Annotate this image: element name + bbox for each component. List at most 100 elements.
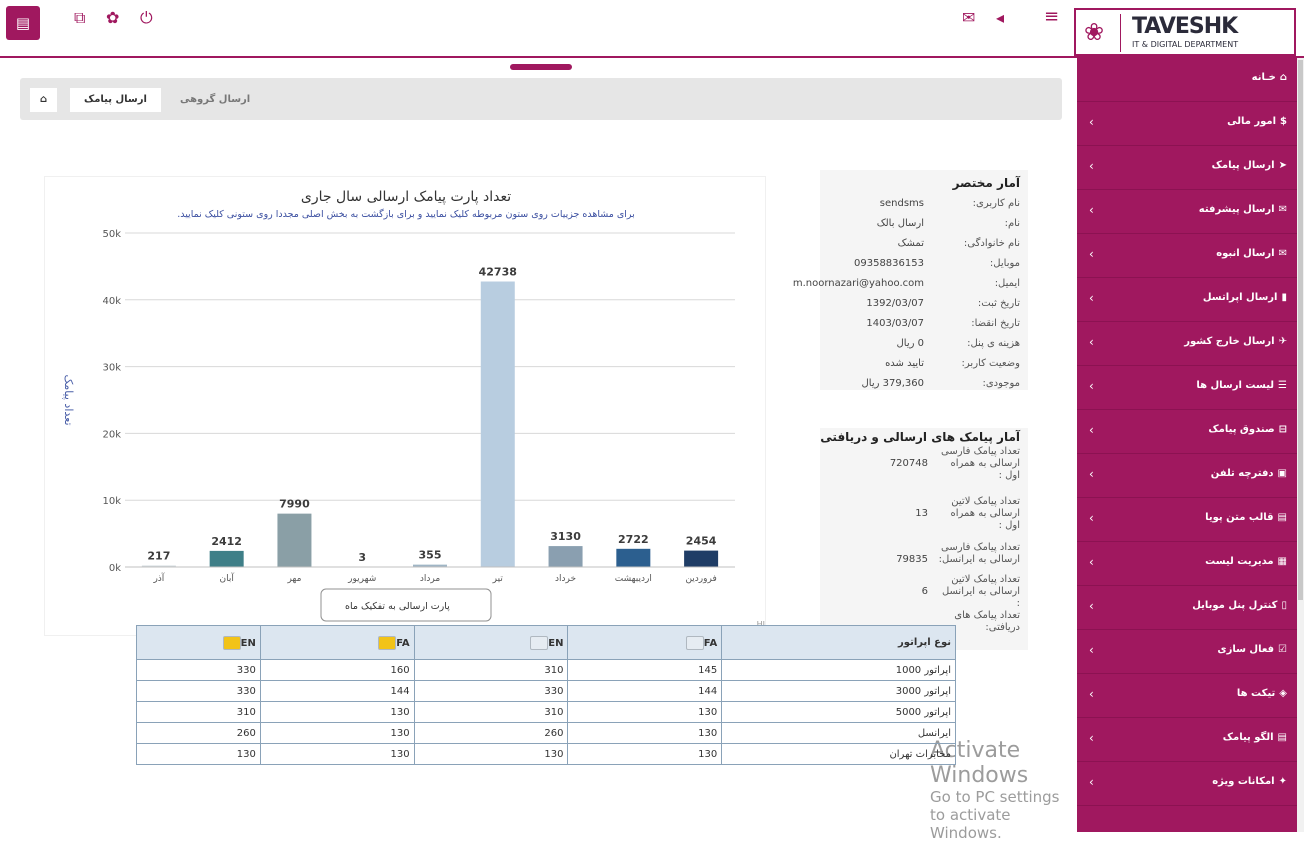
summary-value: تمشک [897, 238, 924, 249]
bar-2 [548, 546, 583, 567]
sidebar-item-text: ارسال انبوه [1216, 248, 1275, 259]
summary-row: موجودی: 379,360 ریال [820, 378, 1028, 398]
breadcrumb-item-send-sms[interactable]: ارسال پیامک [70, 88, 161, 112]
operator-name-cell: مخابرات تهران [721, 743, 956, 765]
price-cell: 130 [259, 722, 415, 744]
power-icon[interactable]: ⏻ [140, 8, 153, 28]
chevron-left-icon: ‹ [1089, 775, 1094, 789]
sms-stats-title: آمار پیامک های ارسالی و دریافتی [820, 430, 1020, 444]
operator-price-table: EN FA EN FA نوع اپراتور 330 160 310 145 اپرا… [136, 625, 956, 765]
data-label: 3130 [550, 530, 581, 543]
sidebar-item-label: ◈تیکت ها [1237, 688, 1287, 699]
sms-stat-key: تعداد پیامک لاتین ارسالی به ایرانسل : [941, 574, 1020, 609]
data-label: 42738 [479, 266, 517, 279]
table-header-cell: نوع اپراتور [721, 625, 956, 660]
menu-toggle-button[interactable]: ▤ [6, 6, 40, 40]
ticket-icon: ◈ [1279, 688, 1287, 699]
sidebar-item-10[interactable]: ▤قالب متن پویا ‹ [1077, 498, 1297, 542]
summary-row: هزینه ی پنل: 0 ریال [820, 338, 1028, 358]
x-tick-label: آبان [219, 572, 234, 584]
sidebar-item-16[interactable]: ✦امکانات ویژه ‹ [1077, 762, 1297, 806]
sidebar-item-12[interactable]: ▯کنترل پنل موبایل ‹ [1077, 586, 1297, 630]
summary-key: وضعیت کاربر: [961, 358, 1020, 369]
file-text-icon: ▤ [1277, 732, 1287, 743]
table-header-row: EN FA EN FA نوع اپراتور [136, 625, 956, 660]
sidebar-item-1[interactable]: $امور مالی ‹ [1077, 102, 1297, 146]
logo[interactable]: ❀ TAVESHK IT & DIGITAL DEPARTMENT [1074, 8, 1296, 56]
drag-handle[interactable] [510, 64, 572, 70]
x-tick-label: مهر [286, 574, 301, 584]
sidebar-item-8[interactable]: ⊟صندوق پیامک ‹ [1077, 410, 1297, 454]
summary-key: نام کاربری: [972, 198, 1020, 209]
chevron-left-icon: ‹ [1089, 247, 1094, 261]
sidebar-item-label: ⌂خـانه [1252, 72, 1287, 83]
sidebar-item-label: ➤ارسال پیامک [1212, 160, 1287, 171]
summary-row: تاریخ انقضا: 1403/03/07 [820, 318, 1028, 338]
restore-icon[interactable]: ⧉ [74, 8, 85, 28]
summary-key: تاریخ انقضا: [971, 318, 1020, 329]
table-row: 130 130 130 130 مخابرات تهران [136, 743, 956, 765]
bar-1 [616, 548, 651, 567]
sidebar-item-5[interactable]: ▮ارسال اپراتسل ‹ [1077, 278, 1297, 322]
price-cell: 130 [259, 743, 415, 765]
sidebar-item-9[interactable]: ▣دفترچه تلفن ‹ [1077, 454, 1297, 498]
summary-value: 1403/03/07 [866, 318, 924, 329]
sidebar-item-3[interactable]: ✉ارسال پیشرفته ‹ [1077, 190, 1297, 234]
sidebar-item-15[interactable]: ▤الگو پیامک ‹ [1077, 718, 1297, 762]
check-icon: ☑ [1278, 644, 1287, 655]
notifications-icon[interactable]: ◂ [996, 8, 1004, 27]
sidebar-item-11[interactable]: ▦مدیریت لیست ‹ [1077, 542, 1297, 586]
summary-key: تاریخ ثبت: [977, 298, 1020, 309]
sidebar-item-text: صندوق پیامک [1208, 424, 1275, 435]
x-tick-label: خرداد [555, 574, 576, 584]
sidebar-item-2[interactable]: ➤ارسال پیامک ‹ [1077, 146, 1297, 190]
table-icon: ▦ [1277, 556, 1287, 567]
x-tick-label: آذر [152, 572, 164, 584]
chevron-left-icon: ‹ [1089, 511, 1094, 525]
logo-divider [1120, 14, 1121, 52]
y-tick-label: 10k [102, 496, 121, 507]
top-bar: ▤ ⧉ ✿ ⏻ ✉ ◂ ≡ ❀ TAVESHK IT & DIGITAL DEP… [0, 0, 1304, 58]
chevron-left-icon: ‹ [1089, 423, 1094, 437]
sms-stat-value: 13 [915, 508, 928, 519]
data-label: 217 [147, 550, 170, 563]
gear-icon[interactable]: ✿ [106, 8, 119, 27]
x-tick-label: فروردین [685, 574, 716, 584]
sidebar-item-0[interactable]: ⌂خـانه [1077, 58, 1297, 102]
bar-0 [684, 550, 719, 567]
messages-icon[interactable]: ✉ [962, 8, 975, 27]
y-tick-label: 50k [102, 229, 121, 240]
y-axis-label: تعداد پیامک [62, 374, 75, 425]
operator-name-cell: اپراتور 5000 [721, 701, 956, 723]
sidebar-item-text: خـانه [1251, 72, 1276, 83]
breadcrumb-home-icon[interactable]: ⌂ [30, 88, 58, 112]
send-icon: ➤ [1278, 160, 1287, 171]
y-tick-label: 20k [102, 429, 121, 440]
bar-3 [480, 281, 515, 567]
hamburger-icon[interactable]: ≡ [1044, 6, 1059, 27]
logo-text: TAVESHK [1132, 14, 1238, 39]
chart-subtitle: برای مشاهده جزییات روی ستون مربوطه کلیک … [177, 208, 635, 220]
sidebar-item-4[interactable]: ✉ارسال انبوه ‹ [1077, 234, 1297, 278]
sidebar-item-13[interactable]: ☑فعال سازی ‹ [1077, 630, 1297, 674]
price-cell: 130 [567, 722, 723, 744]
sidebar-item-6[interactable]: ✈ارسال خارج کشور ‹ [1077, 322, 1297, 366]
summary-key: ایمیل: [994, 278, 1020, 289]
price-cell: 310 [413, 701, 569, 723]
sms-stat-key: تعداد پیامک فارسی ارسالی به همراه اول : [941, 446, 1020, 481]
x-tick-label: تیر [492, 574, 504, 584]
sms-stat-value: 79835 [896, 554, 928, 565]
chevron-left-icon: ‹ [1089, 555, 1094, 569]
summary-row: تاریخ ثبت: 1392/03/07 [820, 298, 1028, 318]
scrollbar-thumb[interactable] [1298, 60, 1303, 600]
data-label: 355 [419, 549, 442, 562]
sidebar-item-7[interactable]: ☰لیست ارسال ها ‹ [1077, 366, 1297, 410]
sidebar-item-14[interactable]: ◈تیکت ها ‹ [1077, 674, 1297, 718]
logo-subtitle: IT & DIGITAL DEPARTMENT [1132, 40, 1239, 49]
sidebar-item-text: امور مالی [1227, 116, 1277, 127]
operator-name-cell: اپراتور 1000 [721, 659, 956, 681]
data-label: 2412 [211, 535, 242, 548]
sidebar-item-label: ▤قالب متن پویا [1205, 512, 1287, 523]
operator-name-cell: ایرانسل [721, 722, 956, 744]
summary-row: موبایل: 09358836153 [820, 258, 1028, 278]
